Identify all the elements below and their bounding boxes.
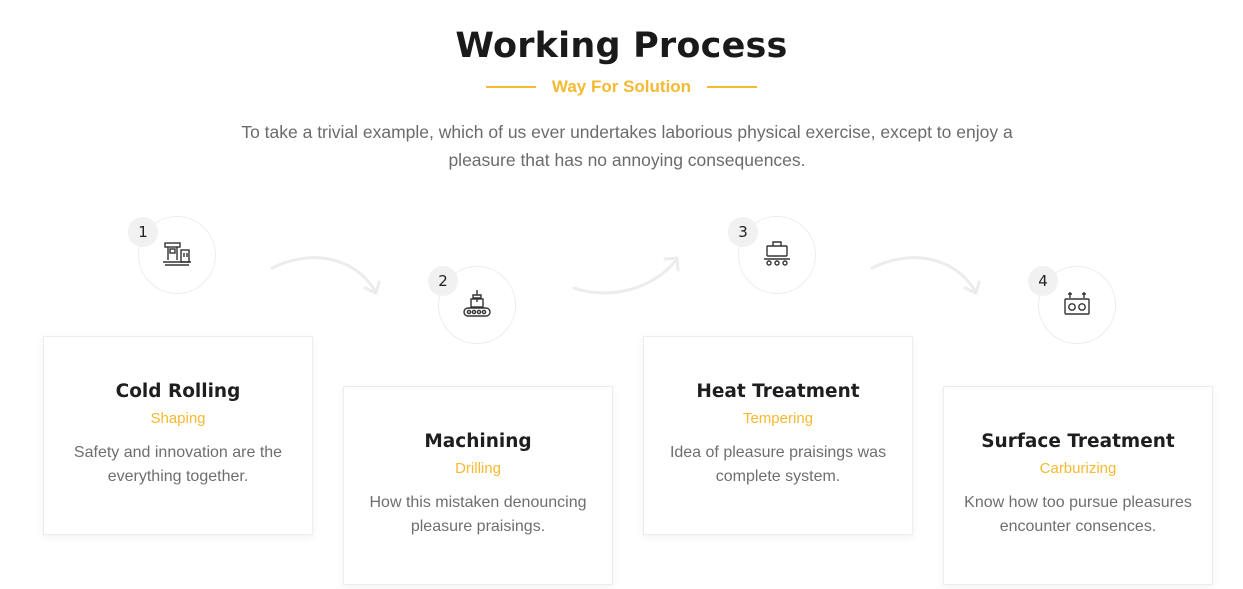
furnace-conveyor-icon [762,238,792,273]
step-card-description: Know how too pursue pleasures encounter … [964,494,1192,535]
step-card-subtitle: Tempering [742,410,814,427]
subtitle-divider-left [485,86,536,88]
arrow-step-3-to-4 [870,256,981,295]
step-card-description: Idea of pleasure praisings was complete … [669,444,887,485]
conveyor-machining-icon [462,288,492,323]
step-card-machining: Machining Drilling How this mistaken den… [343,386,613,585]
step-card-surface-treatment: Surface Treatment Carburizing Know how t… [943,386,1213,585]
section-subtitle: Way For Solution [551,77,692,96]
subtitle-row: Way For Solution [0,77,1243,97]
step-2-number: 2 [428,266,458,296]
step-card-title: Surface Treatment [981,431,1175,452]
step-card-subtitle: Shaping [150,410,206,427]
step-card-heat-treatment: Heat Treatment Tempering Idea of pleasur… [643,336,913,535]
arrow-step-2-to-3 [572,256,680,295]
subtitle-divider-right [707,86,758,88]
step-card-subtitle: Drilling [455,460,501,477]
step-card-description: How this mistaken denouncing pleasure pr… [369,494,587,535]
step-card-title: Cold Rolling [115,381,241,402]
step-card-title: Heat Treatment [696,381,860,402]
step-3-number: 3 [728,217,758,247]
step-card-title: Machining [424,431,532,452]
section-title: Working Process [455,26,788,66]
step-1-number: 1 [128,217,158,247]
section-intro: To take a trivial example, which of us e… [241,122,1013,170]
step-card-cold-rolling: Cold Rolling Shaping Safety and innovati… [43,336,313,535]
step-4-number: 4 [1028,266,1058,296]
step-card-subtitle: Carburizing [1039,460,1117,477]
step-card-description: Safety and innovation are the everything… [73,444,283,485]
surface-machine-icon [1062,288,1092,323]
arrow-step-1-to-2 [270,256,381,295]
rolling-mill-icon [162,238,192,273]
